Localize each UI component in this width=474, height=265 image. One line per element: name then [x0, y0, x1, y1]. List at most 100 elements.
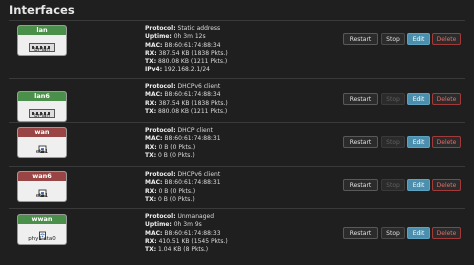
interface-badge-lan[interactable]: lan br-lan	[18, 26, 66, 55]
interface-badge-lan6[interactable]: lan6 br-lan	[18, 92, 66, 121]
status-value: 192.168.2.1/24	[162, 66, 210, 74]
restart-button[interactable]: Restart	[343, 179, 378, 191]
interface-badge-body: br-lan	[18, 101, 66, 121]
interface-actions: Restart Stop Edit Delete	[343, 123, 465, 166]
interface-row-lan6: lan6 br-lan Protocol: DHCPv6 client MAC: B8…	[9, 79, 465, 123]
interface-device: phy1-sta0	[28, 236, 56, 242]
status-key: TX:	[145, 151, 157, 159]
status-value: 880.08 KB (1211 Pkts.)	[156, 107, 228, 115]
interface-actions: Restart Stop Edit Delete	[343, 21, 465, 78]
interface-device: eth1	[35, 149, 49, 155]
status-key: TX:	[145, 58, 157, 66]
status-value: 0 B (0 Pkts.)	[156, 187, 196, 195]
status-key: RX:	[145, 49, 157, 57]
status-key: MAC:	[145, 229, 163, 237]
status-key: Protocol:	[145, 127, 176, 134]
interface-badge-body: phy1-sta0	[18, 224, 66, 244]
status-key: Protocol:	[145, 213, 176, 220]
status-value: 0h 3m 9s	[171, 221, 202, 229]
status-value: B8:60:61:74:88:34	[162, 91, 221, 99]
status-value: 880.08 KB (1211 Pkts.)	[156, 58, 228, 66]
status-value: 0 B (0 Pkts.)	[156, 151, 195, 159]
interface-badge-cell: wwan phy1-sta0	[9, 209, 145, 257]
interface-badge-cell: wan eth1	[9, 123, 145, 166]
status-key: Protocol:	[145, 171, 176, 178]
interface-badge-cell: wan6 eth1	[9, 167, 145, 208]
edit-button[interactable]: Edit	[407, 227, 430, 239]
restart-button[interactable]: Restart	[343, 33, 378, 45]
interface-badge-body: eth1	[18, 137, 66, 157]
interface-actions: Restart Stop Edit Delete	[343, 167, 465, 208]
status-key: MAC:	[145, 91, 163, 99]
status-value: Unmanaged	[175, 213, 215, 220]
status-key: RX:	[145, 143, 157, 151]
status-value: B8:60:61:74:88:31	[162, 135, 221, 143]
status-key: TX:	[145, 107, 157, 115]
interface-name: lan	[18, 26, 66, 35]
interface-device: br-lan	[34, 113, 50, 119]
status-value: 0 B (0 Pkts.)	[156, 195, 195, 203]
status-key: TX:	[145, 246, 157, 254]
stop-button[interactable]: Stop	[381, 93, 405, 105]
status-value: 0 B (0 Pkts.)	[156, 143, 196, 151]
interface-name: wan6	[18, 172, 66, 181]
status-value: 0h 3m 12s	[171, 33, 206, 41]
interface-badge-wwan[interactable]: wwan phy1-sta0	[18, 215, 66, 244]
restart-button[interactable]: Restart	[343, 93, 378, 105]
status-key: IPv4:	[145, 66, 163, 74]
status-value: DHCPv6 client	[175, 83, 221, 90]
interface-device: br-lan	[34, 47, 50, 53]
stop-button[interactable]: Stop	[381, 136, 405, 148]
restart-button[interactable]: Restart	[343, 227, 378, 239]
interfaces-table: lan br-lan Protocol: Static address Uptime:…	[9, 21, 465, 257]
delete-button[interactable]: Delete	[432, 136, 461, 148]
status-key: MAC:	[145, 179, 163, 187]
interface-name: wwan	[18, 215, 66, 224]
interface-badge-cell: lan br-lan	[9, 21, 145, 78]
status-value: DHCP client	[175, 127, 213, 134]
status-value: Static address	[175, 25, 221, 32]
interfaces-page: Interfaces lan br-lan Protocol: Static add…	[0, 0, 474, 265]
status-key: MAC:	[145, 41, 163, 49]
interface-badge-wan[interactable]: wan eth1	[18, 128, 66, 157]
edit-button[interactable]: Edit	[407, 179, 430, 191]
status-key: TX:	[145, 195, 157, 203]
stop-button[interactable]: Stop	[381, 33, 405, 45]
interface-actions: Restart Stop Edit Delete	[343, 209, 465, 257]
status-value: DHCPv6 client	[175, 171, 221, 178]
status-key: Protocol:	[145, 83, 176, 90]
status-value: B8:60:61:74:88:34	[162, 41, 221, 49]
interface-actions: Restart Stop Edit Delete	[343, 79, 465, 122]
status-key: RX:	[145, 187, 157, 195]
status-key: RX:	[145, 99, 157, 107]
edit-button[interactable]: Edit	[407, 33, 430, 45]
interface-name: wan	[18, 128, 66, 137]
restart-button[interactable]: Restart	[343, 136, 378, 148]
status-key: MAC:	[145, 135, 163, 143]
interface-badge-body: br-lan	[18, 35, 66, 55]
delete-button[interactable]: Delete	[432, 179, 461, 191]
edit-button[interactable]: Edit	[407, 93, 430, 105]
edit-button[interactable]: Edit	[407, 136, 430, 148]
status-value: 387.54 KB (1838 Pkts.)	[156, 49, 228, 57]
status-value: 387.54 KB (1838 Pkts.)	[156, 99, 228, 107]
status-key: Uptime:	[145, 221, 172, 229]
interface-row-wan6: wan6 eth1 Protocol: DHCPv6 client MAC: B8:6…	[9, 167, 465, 209]
delete-button[interactable]: Delete	[432, 33, 461, 45]
interface-device: eth1	[35, 193, 49, 199]
status-value: B8:60:61:74:88:31	[162, 179, 221, 187]
status-key: Protocol:	[145, 25, 176, 32]
stop-button[interactable]: Stop	[381, 227, 405, 239]
interface-row-lan: lan br-lan Protocol: Static address Uptime:…	[9, 21, 465, 79]
stop-button[interactable]: Stop	[381, 179, 405, 191]
interface-row-wan: wan eth1 Protocol: DHCP client MAC: B8:60:6…	[9, 123, 465, 167]
delete-button[interactable]: Delete	[432, 93, 461, 105]
delete-button[interactable]: Delete	[432, 227, 461, 239]
interface-badge-cell: lan6 br-lan	[9, 79, 145, 122]
interface-row-wwan: wwan phy1-sta0 Protocol: Unmanaged Uptime: …	[9, 209, 465, 257]
page-title: Interfaces	[9, 3, 75, 17]
status-value: B8:60:61:74:88:33	[162, 229, 221, 237]
status-value: 1.04 KB (8 Pkts.)	[156, 246, 209, 254]
interface-badge-wan6[interactable]: wan6 eth1	[18, 172, 66, 201]
interface-badge-body: eth1	[18, 181, 66, 201]
